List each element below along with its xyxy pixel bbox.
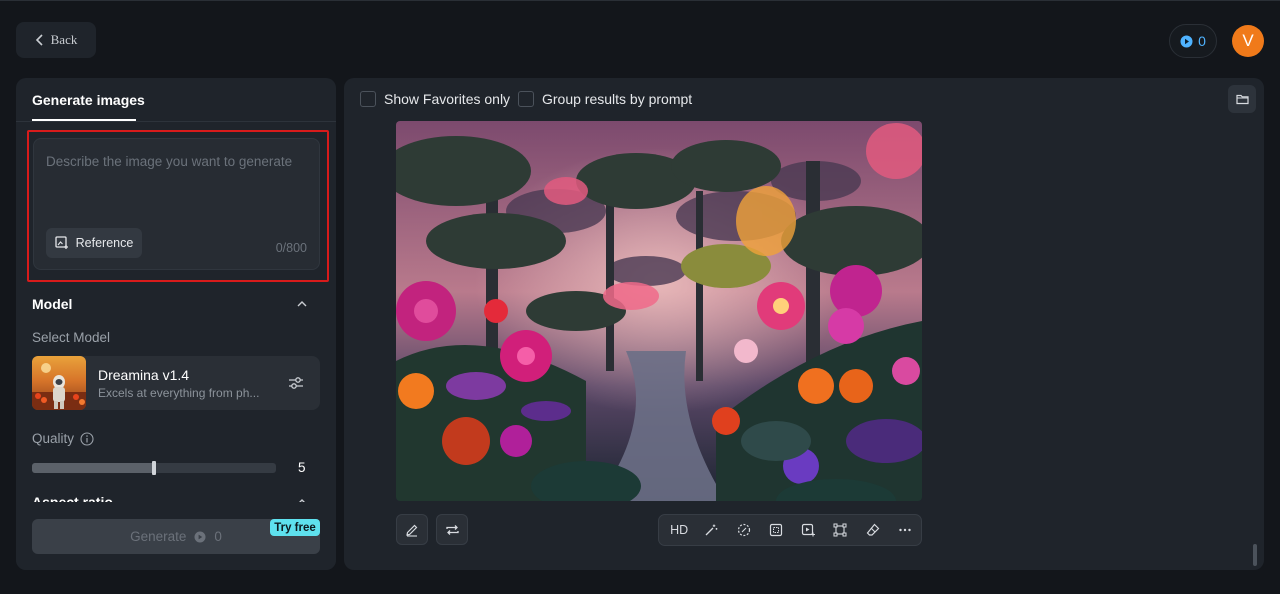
back-label: Back xyxy=(50,32,78,47)
transform-icon[interactable] xyxy=(824,515,856,545)
regenerate-button[interactable] xyxy=(436,514,468,545)
tab-bar: Generate images xyxy=(16,78,336,122)
chevron-left-icon xyxy=(35,34,45,46)
model-name: Dreamina v1.4 xyxy=(98,367,190,383)
image-add-icon xyxy=(55,236,69,250)
hd-upscale-button[interactable]: HD xyxy=(663,515,695,545)
results-panel: Show Favorites only Group results by pro… xyxy=(344,78,1264,570)
prompt-input[interactable]: Describe the image you want to generate … xyxy=(33,138,320,270)
model-description: Excels at everything from ph... xyxy=(98,386,260,400)
show-favorites-label: Show Favorites only xyxy=(384,91,511,107)
video-plus-icon[interactable] xyxy=(792,515,824,545)
tab-underline xyxy=(32,119,136,121)
image-toolbar: HD xyxy=(658,514,922,546)
model-selector[interactable]: Dreamina v1.4 Excels at everything from … xyxy=(32,356,320,410)
quality-slider-fill xyxy=(32,463,154,473)
try-free-badge: Try free xyxy=(270,519,320,536)
quality-slider[interactable] xyxy=(32,461,276,475)
group-results-label: Group results by prompt xyxy=(542,91,693,107)
more-icon[interactable] xyxy=(889,515,921,545)
quality-value: 5 xyxy=(298,460,306,475)
back-button[interactable]: Back xyxy=(16,22,96,58)
repeat-icon xyxy=(445,523,460,537)
char-count: 0/800 xyxy=(275,241,307,255)
checkbox-box[interactable] xyxy=(518,91,534,107)
credit-icon xyxy=(194,531,206,543)
folder-icon xyxy=(1235,93,1249,105)
show-favorites-checkbox[interactable]: Show Favorites only xyxy=(360,91,510,107)
credit-count: 0 xyxy=(1198,33,1206,49)
chevron-up-icon[interactable] xyxy=(296,298,308,310)
generate-panel: Generate images Describe the image you w… xyxy=(16,78,336,570)
generate-label: Generate xyxy=(130,529,187,544)
dashed-circle-icon[interactable] xyxy=(728,515,760,545)
select-model-label: Select Model xyxy=(32,330,111,345)
magic-wand-icon[interactable] xyxy=(695,515,727,545)
sliders-icon[interactable] xyxy=(286,373,306,393)
folder-button[interactable] xyxy=(1228,85,1256,113)
tab-generate-images[interactable]: Generate images xyxy=(32,92,145,108)
edit-button[interactable] xyxy=(396,514,428,545)
info-icon[interactable] xyxy=(80,431,94,446)
generated-image[interactable] xyxy=(396,121,922,501)
model-section-title: Model xyxy=(32,296,73,312)
scrollbar[interactable] xyxy=(1253,544,1257,566)
top-border xyxy=(0,0,1280,1)
quality-slider-thumb[interactable] xyxy=(152,461,156,475)
credit-icon xyxy=(1180,35,1193,48)
credits-pill[interactable]: 0 xyxy=(1169,24,1217,58)
avatar[interactable]: V xyxy=(1232,25,1264,57)
try-free-label: Try free xyxy=(274,521,316,534)
pencil-icon xyxy=(405,523,419,537)
generate-cost: 0 xyxy=(214,529,222,544)
quality-label: Quality xyxy=(32,431,94,446)
group-results-checkbox[interactable]: Group results by prompt xyxy=(518,91,692,107)
checkbox-box[interactable] xyxy=(360,91,376,107)
hd-label: HD xyxy=(670,523,689,537)
model-thumbnail xyxy=(32,356,86,410)
reference-button[interactable]: Reference xyxy=(46,228,142,258)
dashed-square-icon[interactable] xyxy=(760,515,792,545)
eraser-icon[interactable] xyxy=(857,515,889,545)
avatar-initial: V xyxy=(1242,31,1254,50)
quality-label-text: Quality xyxy=(32,431,75,446)
prompt-placeholder: Describe the image you want to generate xyxy=(46,154,293,169)
reference-label: Reference xyxy=(75,236,134,250)
